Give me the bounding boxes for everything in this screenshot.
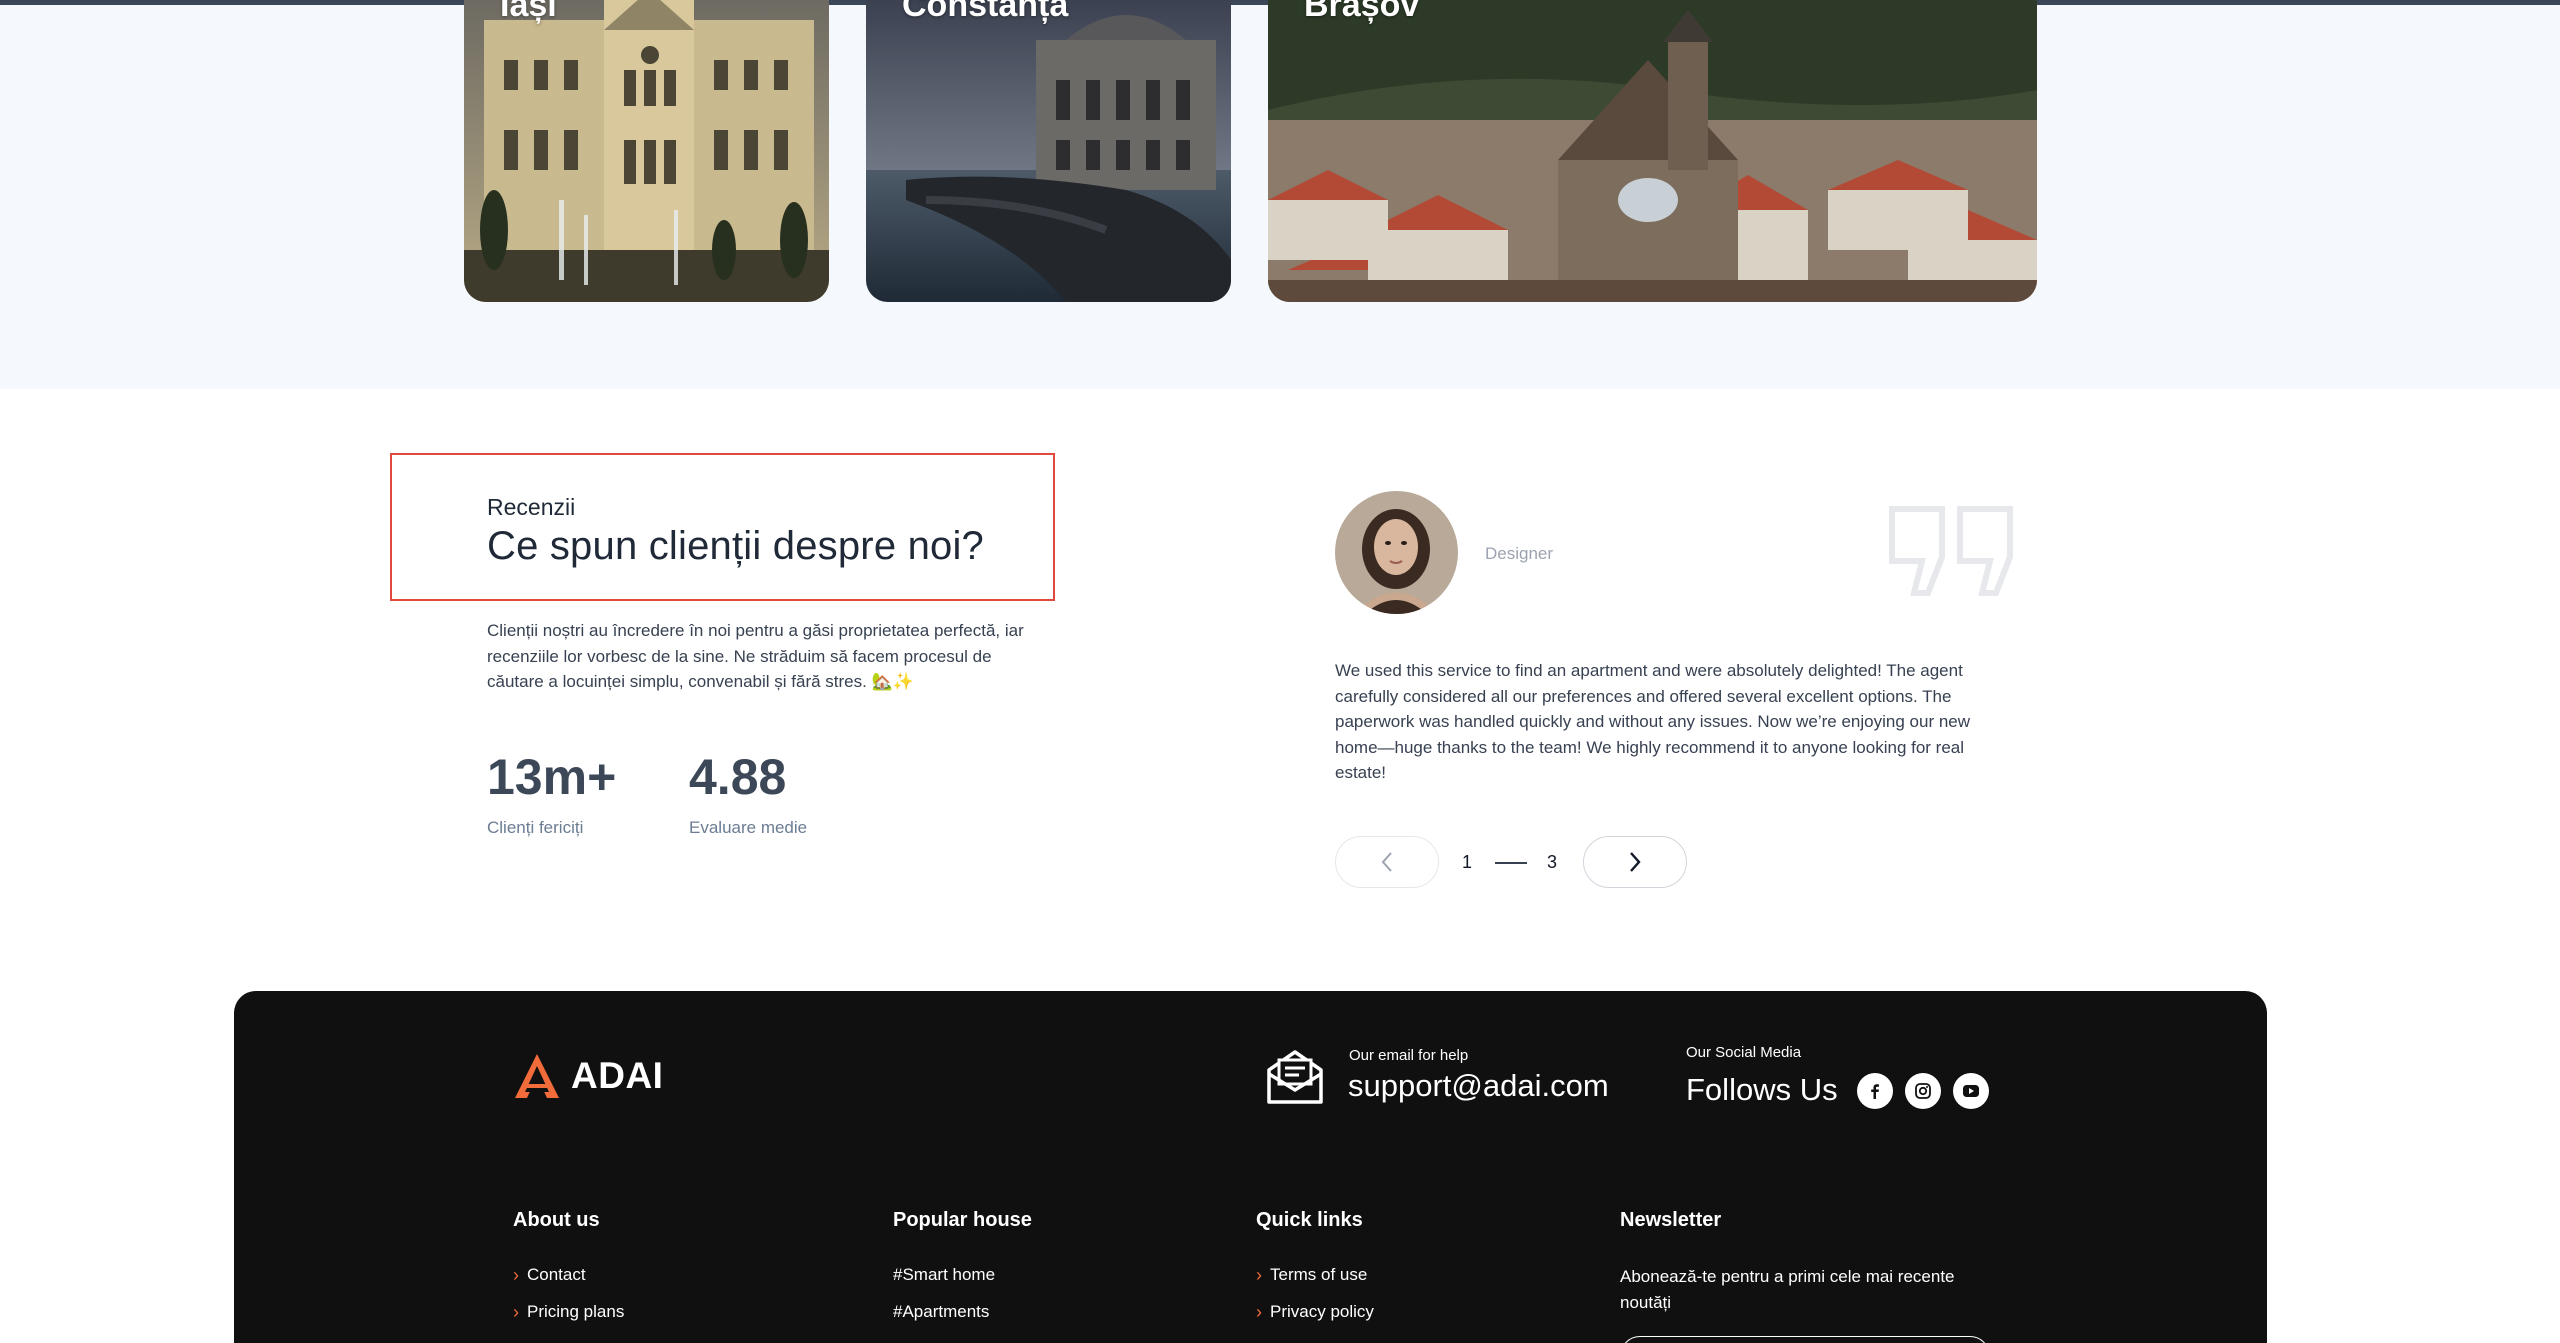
- social-media-label: Our Social Media: [1686, 1044, 1802, 1061]
- brand-logo[interactable]: ADAI: [513, 1050, 663, 1102]
- facebook-button[interactable]: [1857, 1073, 1893, 1109]
- section-title: Ce spun clienții despre noi?: [487, 524, 985, 568]
- help-email-label: Our email for help: [1349, 1047, 1469, 1064]
- brasov-old-town-image: [1268, 0, 2037, 302]
- city-card-iasi[interactable]: Iași: [464, 0, 829, 302]
- city-name-iasi: Iași: [500, 0, 557, 24]
- instagram-button[interactable]: [1905, 1073, 1941, 1109]
- iasi-palace-image: [464, 0, 829, 302]
- review-text: We used this service to find an apartmen…: [1335, 661, 1971, 782]
- footer-link-contact[interactable]: › Contact: [513, 1265, 586, 1285]
- footer-link-label: Pricing plans: [527, 1302, 625, 1321]
- city-name-brasov: Brașov: [1304, 0, 1420, 24]
- chevron-right-icon: ›: [1256, 1265, 1262, 1285]
- pager-current-page: 1: [1462, 852, 1473, 872]
- footer-popular-title: Popular house: [893, 1209, 1032, 1231]
- help-email-link[interactable]: support@adai.com: [1348, 1068, 1609, 1104]
- adai-logo-icon: [515, 1054, 559, 1098]
- brand-name: ADAI: [571, 1055, 664, 1096]
- constanta-casino-image: [866, 0, 1231, 302]
- youtube-icon: [1963, 1085, 1979, 1097]
- previous-review-button[interactable]: [1335, 836, 1439, 888]
- footer-quick-links-title: Quick links: [1256, 1209, 1363, 1231]
- next-review-button[interactable]: [1583, 836, 1687, 888]
- newsletter-email-input[interactable]: [1620, 1336, 1990, 1343]
- section-description: Clienții noștri au încredere în noi pent…: [487, 621, 1024, 691]
- chevron-right-icon: ›: [1256, 1302, 1262, 1322]
- footer-link-label: Terms of use: [1270, 1265, 1368, 1284]
- quote-icon: [1889, 506, 2013, 596]
- youtube-button[interactable]: [1953, 1073, 1989, 1109]
- newsletter-description: Abonează-te pentru a primi cele mai rece…: [1620, 1267, 1955, 1312]
- city-name-constanta: Constanța: [902, 0, 1069, 24]
- chevron-right-icon: [1630, 852, 1641, 872]
- footer-about-title: About us: [513, 1209, 600, 1231]
- stat-happy-clients-label: Clienți fericiți: [487, 818, 584, 837]
- footer-link-terms-of-use[interactable]: › Terms of use: [1256, 1265, 1367, 1285]
- reviewer-role: Designer: [1485, 544, 1554, 563]
- facebook-icon: [1871, 1084, 1879, 1099]
- footer-newsletter-title: Newsletter: [1620, 1209, 1722, 1231]
- reviewer-avatar: [1335, 491, 1458, 614]
- footer-link-smart-home[interactable]: #Smart home: [893, 1265, 995, 1285]
- section-eyebrow: Recenzii: [487, 494, 576, 520]
- stat-happy-clients-value: 13m+: [487, 749, 617, 805]
- pager-separator: [1495, 862, 1527, 864]
- chevron-right-icon: ›: [513, 1302, 519, 1322]
- footer-link-privacy-policy[interactable]: › Privacy policy: [1256, 1302, 1374, 1322]
- social-media-title: Follows Us: [1686, 1072, 1838, 1107]
- chevron-left-icon: [1381, 852, 1392, 872]
- chevron-right-icon: ›: [513, 1265, 519, 1285]
- city-card-brasov[interactable]: Brașov: [1268, 0, 2037, 302]
- footer-link-pricing-plans[interactable]: › Pricing plans: [513, 1302, 624, 1322]
- mail-envelope-icon: [1267, 1050, 1323, 1104]
- footer-link-label: Contact: [527, 1265, 586, 1284]
- instagram-icon: [1915, 1083, 1931, 1099]
- footer-link-label: Privacy policy: [1270, 1302, 1374, 1321]
- pager-total-pages: 3: [1547, 852, 1558, 872]
- stat-average-rating-label: Evaluare medie: [689, 818, 808, 837]
- footer-link-apartments[interactable]: #Apartments: [893, 1302, 989, 1322]
- city-card-constanta[interactable]: Constanța: [866, 0, 1231, 302]
- stat-average-rating-value: 4.88: [689, 749, 787, 805]
